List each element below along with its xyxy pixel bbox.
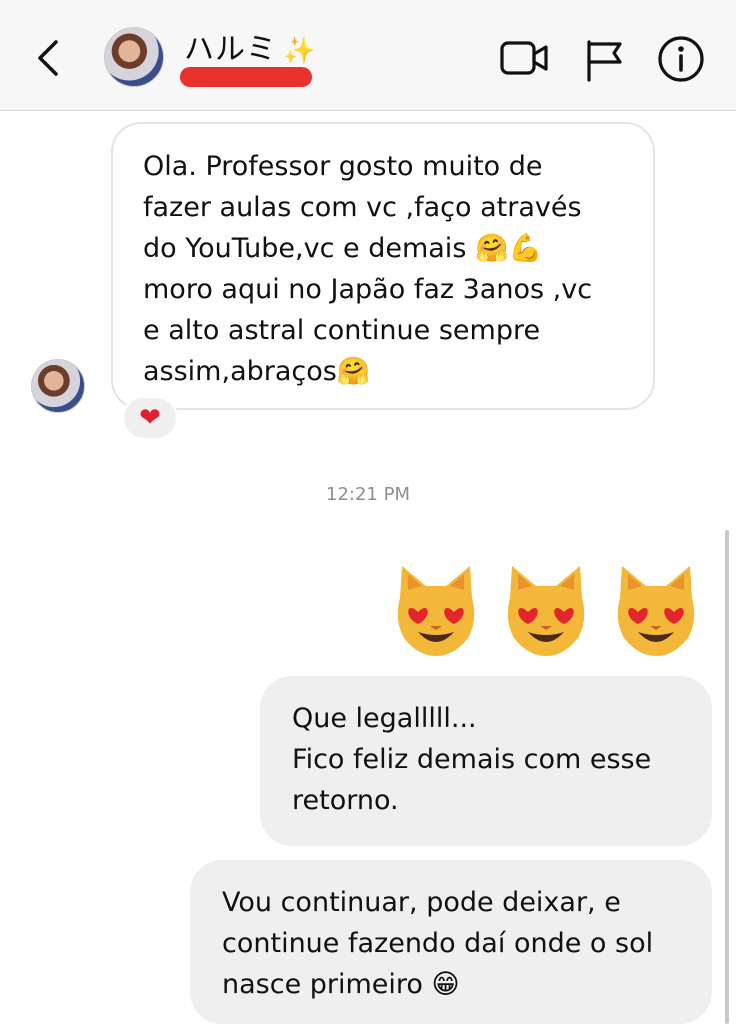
heart-eyes-cat-emoji: [397, 566, 475, 656]
outgoing-message-text: Que legalllll... Fico feliz demais com e…: [292, 703, 652, 816]
contact-name[interactable]: ハルミ ✨: [184, 24, 316, 68]
video-camera-icon[interactable]: [500, 38, 550, 78]
incoming-message-bubble[interactable]: Ola. Professor gosto muito de fazer aula…: [111, 122, 655, 410]
info-icon[interactable]: [656, 34, 706, 84]
heart-eyes-cat-emoji: [507, 566, 585, 656]
sender-avatar[interactable]: [31, 359, 85, 413]
flag-icon[interactable]: [584, 38, 626, 82]
contact-avatar[interactable]: [104, 27, 164, 87]
message-timestamp: 12:21 PM: [326, 484, 410, 505]
outgoing-message-bubble[interactable]: Que legalllll... Fico feliz demais com e…: [260, 676, 712, 846]
back-chevron-icon[interactable]: [30, 36, 66, 80]
chat-header: ハルミ ✨: [0, 0, 736, 111]
outgoing-message-text: Vou continuar, pode deixar, e continue f…: [222, 887, 654, 1000]
scrollbar[interactable]: [725, 530, 729, 1024]
incoming-message-text: Ola. Professor gosto muito de fazer aula…: [143, 151, 593, 387]
contact-name-text: ハルミ: [184, 32, 277, 67]
heart-icon: ❤: [139, 403, 161, 433]
sparkle-emoji: ✨: [283, 36, 317, 66]
heart-reaction[interactable]: ❤: [122, 396, 178, 440]
heart-eyes-cat-emoji: [617, 566, 695, 656]
outgoing-message-bubble[interactable]: Vou continuar, pode deixar, e continue f…: [190, 860, 712, 1024]
redaction-mark: [180, 67, 312, 87]
